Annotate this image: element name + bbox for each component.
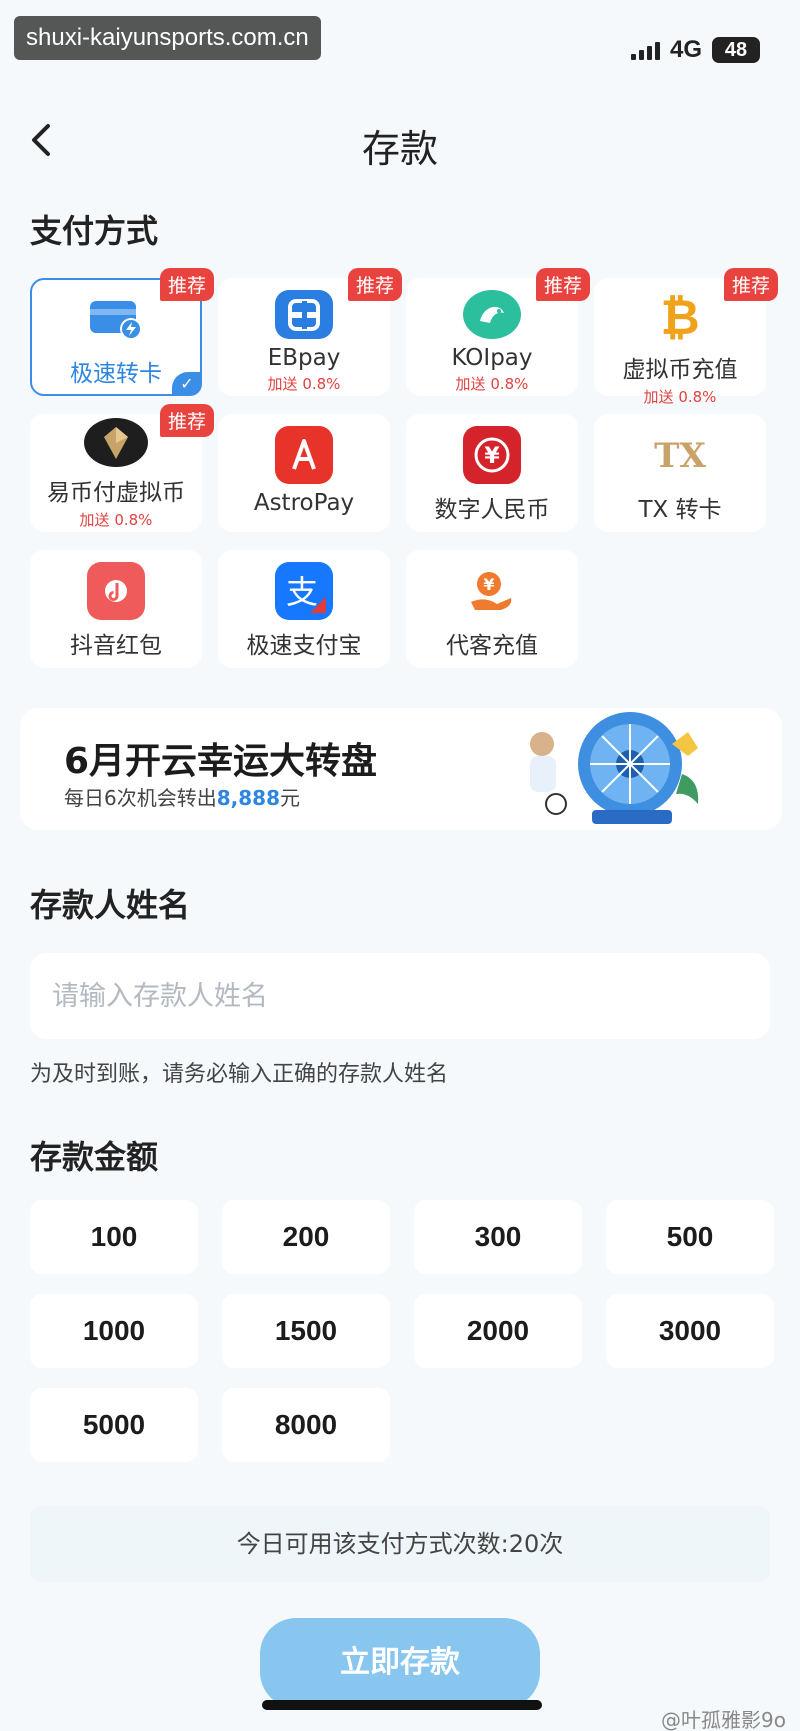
koi-fish-icon bbox=[463, 290, 521, 339]
pay-method-label: 代客充值 bbox=[446, 633, 538, 659]
bonus-label: 加送 0.8% bbox=[267, 375, 341, 393]
depositor-name-title: 存款人姓名 bbox=[30, 886, 191, 924]
pay-method-agent[interactable]: ¥ 代客充值 bbox=[406, 550, 578, 668]
recommend-tag: 推荐 bbox=[723, 268, 778, 301]
pay-method-label: KOIpay bbox=[451, 345, 533, 371]
battery-icon: 48 bbox=[712, 37, 760, 63]
promo-sub-prefix: 每日6次机会转出 bbox=[64, 786, 217, 810]
amount-option[interactable]: 200 bbox=[222, 1200, 390, 1274]
recommend-tag: 推荐 bbox=[535, 268, 590, 301]
amount-option[interactable]: 100 bbox=[30, 1200, 198, 1274]
bitcoin-icon: ₿ bbox=[651, 290, 709, 344]
promo-sub-amount: 8,888 bbox=[216, 786, 280, 810]
alipay-icon: 支 bbox=[275, 562, 333, 620]
network-label: 4G bbox=[669, 36, 702, 63]
pay-method-label: 数字人民币 bbox=[434, 497, 550, 523]
svg-text:₿: ₿ bbox=[660, 292, 699, 344]
watermark-banner: shuxi-kaiyunsports.com.cn bbox=[14, 16, 321, 60]
signal-icon bbox=[630, 40, 660, 60]
amount-option[interactable]: 300 bbox=[414, 1200, 582, 1274]
pay-method-yibifu[interactable]: 易币付虚拟币 加送 0.8% 推荐 bbox=[30, 404, 214, 532]
agent-recharge-icon: ¥ bbox=[463, 562, 521, 620]
pay-method-douyin[interactable]: 抖音红包 bbox=[30, 550, 202, 668]
yibifu-icon bbox=[84, 418, 148, 467]
pay-method-label: TX 转卡 bbox=[638, 497, 722, 523]
amount-option[interactable]: 2000 bbox=[414, 1294, 582, 1368]
recommend-tag: 推荐 bbox=[347, 268, 402, 301]
recommend-tag: 推荐 bbox=[159, 404, 214, 437]
check-icon: ✓ bbox=[172, 372, 202, 396]
pay-method-ebpay[interactable]: EBpay 加送 0.8% 推荐 bbox=[218, 268, 402, 396]
promo-sub-suffix: 元 bbox=[280, 786, 300, 810]
amount-option[interactable]: 8000 bbox=[222, 1388, 390, 1462]
tx-icon: TX bbox=[651, 426, 709, 484]
svg-text:¥: ¥ bbox=[483, 575, 494, 594]
pay-method-astropay[interactable]: AstroPay bbox=[218, 414, 390, 532]
pay-method-crypto[interactable]: ₿ 虚拟币充值 加送 0.8% 推荐 bbox=[594, 268, 778, 406]
pay-method-label: 极速转卡 bbox=[70, 361, 162, 387]
pay-method-fast-card[interactable]: 极速转卡 推荐 ✓ bbox=[30, 268, 214, 396]
card-lightning-icon bbox=[87, 290, 145, 348]
astropay-icon bbox=[275, 426, 333, 484]
pay-method-label: EBpay bbox=[267, 345, 341, 371]
promo-subtitle: 每日6次机会转出8,888元 bbox=[64, 782, 300, 811]
svg-text:支: 支 bbox=[286, 573, 318, 611]
svg-text:TX: TX bbox=[654, 436, 706, 475]
bonus-label: 加送 0.8% bbox=[455, 375, 529, 393]
page-title: 存款 bbox=[361, 127, 438, 171]
pay-method-label: 易币付虚拟币 bbox=[47, 480, 185, 506]
amount-section-title: 存款金额 bbox=[30, 1138, 159, 1176]
deposit-page: shuxi-kaiyunsports.com.cn 4G 48 存款 支付方式 … bbox=[0, 0, 800, 1731]
svg-text:¥: ¥ bbox=[484, 444, 500, 469]
home-indicator bbox=[262, 1700, 542, 1710]
pay-method-tx[interactable]: TX TX 转卡 bbox=[594, 414, 766, 532]
bonus-label: 加送 0.8% bbox=[643, 388, 717, 406]
name-hint: 为及时到账，请务必输入正确的存款人姓名 bbox=[30, 1062, 449, 1087]
depositor-name-input[interactable] bbox=[30, 953, 770, 1039]
lucky-wheel-illustration bbox=[530, 712, 699, 824]
recommend-tag: 推荐 bbox=[159, 268, 214, 301]
pay-method-label: 极速支付宝 bbox=[246, 633, 362, 659]
pay-method-label: 虚拟币充值 bbox=[622, 357, 738, 383]
amount-option[interactable]: 1500 bbox=[222, 1294, 390, 1368]
submit-deposit-button[interactable]: 立即存款 bbox=[260, 1618, 540, 1708]
pay-method-koipay[interactable]: KOIpay 加送 0.8% 推荐 bbox=[406, 268, 590, 396]
corner-watermark: @叶孤雅影9o bbox=[661, 1708, 786, 1731]
nav-bar: 存款 bbox=[0, 110, 800, 171]
amount-option[interactable]: 5000 bbox=[30, 1388, 198, 1462]
promo-title: 6月开云幸运大转盘 bbox=[64, 741, 378, 782]
ebpay-icon bbox=[275, 290, 333, 339]
promo-banner[interactable]: 6月开云幸运大转盘 每日6次机会转出8,888元 bbox=[20, 708, 782, 830]
douyin-redpacket-icon bbox=[87, 562, 145, 620]
amount-option[interactable]: 1000 bbox=[30, 1294, 198, 1368]
pay-method-alipay[interactable]: 支 极速支付宝 bbox=[218, 550, 390, 668]
status-bar-right: 4G 48 bbox=[630, 36, 760, 64]
bonus-label: 加送 0.8% bbox=[79, 511, 153, 529]
pay-method-digital-rmb[interactable]: ¥ 数字人民币 bbox=[406, 414, 578, 532]
usage-limit-text: 今日可用该支付方式次数:20次 bbox=[30, 1506, 770, 1582]
digital-rmb-icon: ¥ bbox=[463, 426, 521, 484]
pay-method-label: 抖音红包 bbox=[70, 633, 162, 659]
amount-option[interactable]: 3000 bbox=[606, 1294, 774, 1368]
payment-section-title: 支付方式 bbox=[30, 212, 159, 250]
pay-method-label: AstroPay bbox=[253, 490, 355, 516]
amount-option[interactable]: 500 bbox=[606, 1200, 774, 1274]
